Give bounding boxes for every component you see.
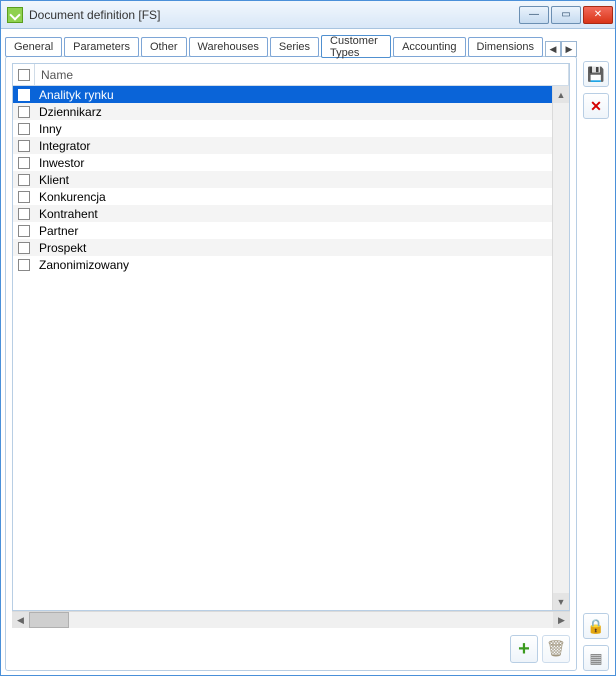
list-item[interactable]: Inny	[13, 120, 569, 137]
row-checkbox[interactable]	[18, 140, 30, 152]
horizontal-scrollbar[interactable]: ◀ ▶	[12, 611, 570, 628]
cancel-button[interactable]: ✕	[583, 93, 609, 119]
minimize-icon: —	[529, 9, 539, 20]
tab-prev-button[interactable]: ◀	[545, 41, 561, 57]
header-checkbox[interactable]	[18, 69, 30, 81]
row-name: Konkurencja	[35, 190, 569, 204]
minimize-button[interactable]: —	[519, 6, 549, 24]
row-checkbox[interactable]	[18, 123, 30, 135]
close-icon: ✕	[594, 9, 602, 20]
list-item[interactable]: Partner	[13, 222, 569, 239]
row-name: Dziennikarz	[35, 105, 569, 119]
row-name: Kontrahent	[35, 207, 569, 221]
footer-buttons: + 🗑	[12, 628, 570, 664]
tab-series[interactable]: Series	[270, 37, 319, 57]
chevron-up-icon: ▲	[557, 90, 566, 100]
list-item[interactable]: Zanonimizowany	[13, 256, 569, 273]
row-checkbox[interactable]	[18, 242, 30, 254]
list-item[interactable]: Konkurencja	[13, 188, 569, 205]
maximize-icon: ▭	[561, 9, 570, 20]
vertical-scrollbar[interactable]: ▲ ▼	[552, 86, 569, 610]
grid-button[interactable]: ▦	[583, 645, 609, 671]
tab-nav: ◀ ▶	[545, 41, 577, 57]
row-name: Klient	[35, 173, 569, 187]
main-column: General Parameters Other Warehouses Seri…	[5, 33, 577, 671]
scroll-right-button[interactable]: ▶	[553, 612, 570, 628]
list-item[interactable]: Prospekt	[13, 239, 569, 256]
scroll-down-button[interactable]: ▼	[553, 593, 569, 610]
tab-customer-types[interactable]: Customer Types	[321, 35, 391, 58]
row-checkbox[interactable]	[18, 174, 30, 186]
list-item[interactable]: Klient	[13, 171, 569, 188]
row-checkbox[interactable]	[18, 157, 30, 169]
chevron-right-icon: ▶	[558, 615, 565, 626]
chevron-left-icon: ◀	[17, 615, 24, 626]
window-title: Document definition [FS]	[29, 8, 519, 22]
tab-dimensions[interactable]: Dimensions	[468, 37, 543, 57]
hscroll-thumb[interactable]	[29, 612, 69, 628]
tab-other[interactable]: Other	[141, 37, 187, 57]
window-buttons: — ▭ ✕	[519, 6, 613, 24]
row-name: Zanonimizowany	[35, 258, 569, 272]
tab-parameters[interactable]: Parameters	[64, 37, 139, 57]
body: General Parameters Other Warehouses Seri…	[1, 29, 615, 675]
row-name: Inny	[35, 122, 569, 136]
row-checkbox[interactable]	[18, 89, 30, 101]
row-checkbox[interactable]	[18, 225, 30, 237]
trash-icon: 🗑	[546, 639, 566, 659]
header-check-column[interactable]	[13, 64, 35, 85]
row-name: Analityk rynku	[35, 88, 569, 102]
row-name: Integrator	[35, 139, 569, 153]
list-rows: Analityk rynku Dziennikarz Inny Int	[13, 86, 569, 610]
row-checkbox[interactable]	[18, 191, 30, 203]
side-toolbar: 💾 ✕ 🔒 ▦	[581, 33, 611, 671]
row-name: Inwestor	[35, 156, 569, 170]
cancel-icon: ✕	[590, 98, 602, 115]
tab-accounting[interactable]: Accounting	[393, 37, 465, 57]
close-button[interactable]: ✕	[583, 6, 613, 24]
plus-icon: +	[518, 639, 530, 659]
tabstrip: General Parameters Other Warehouses Seri…	[5, 33, 577, 57]
add-button[interactable]: +	[510, 635, 538, 663]
list-item[interactable]: Dziennikarz	[13, 103, 569, 120]
list-header: Name	[13, 64, 569, 86]
tab-warehouses[interactable]: Warehouses	[189, 37, 268, 57]
scroll-up-button[interactable]: ▲	[553, 86, 569, 103]
save-icon: 💾	[587, 66, 604, 83]
list-item[interactable]: Inwestor	[13, 154, 569, 171]
tab-next-button[interactable]: ▶	[561, 41, 577, 57]
customer-types-list: Name Analityk rynku Dziennikarz	[12, 63, 570, 611]
scroll-left-button[interactable]: ◀	[12, 612, 29, 628]
chevron-down-icon: ▼	[557, 597, 566, 607]
list-item[interactable]: Kontrahent	[13, 205, 569, 222]
header-name-column[interactable]: Name	[35, 64, 569, 85]
row-name: Partner	[35, 224, 569, 238]
delete-item-button[interactable]: 🗑	[542, 635, 570, 663]
window: Document definition [FS] — ▭ ✕ General P…	[0, 0, 616, 676]
hscroll-track[interactable]	[29, 612, 553, 628]
row-checkbox[interactable]	[18, 106, 30, 118]
chevron-left-icon: ◀	[550, 44, 557, 55]
titlebar: Document definition [FS] — ▭ ✕	[1, 1, 615, 29]
list-item[interactable]: Analityk rynku	[13, 86, 569, 103]
maximize-button[interactable]: ▭	[551, 6, 581, 24]
lock-button[interactable]: 🔒	[583, 613, 609, 639]
row-name: Prospekt	[35, 241, 569, 255]
lock-icon: 🔒	[587, 618, 604, 635]
row-checkbox[interactable]	[18, 208, 30, 220]
list-item[interactable]: Integrator	[13, 137, 569, 154]
row-checkbox[interactable]	[18, 259, 30, 271]
save-button[interactable]: 💾	[583, 61, 609, 87]
app-icon	[7, 7, 23, 23]
chevron-right-icon: ▶	[566, 44, 573, 55]
grid-icon: ▦	[589, 650, 602, 667]
tab-panel: Name Analityk rynku Dziennikarz	[5, 56, 577, 671]
tab-general[interactable]: General	[5, 37, 62, 57]
